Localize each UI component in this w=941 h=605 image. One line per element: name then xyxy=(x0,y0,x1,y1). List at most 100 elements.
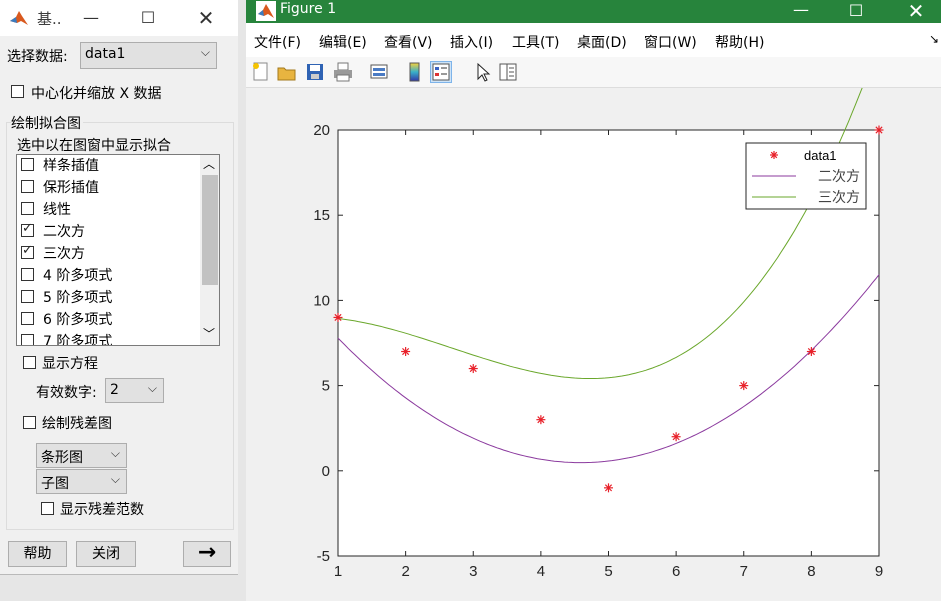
figure-titlebar[interactable]: Figure 1 — ☐ ✕ xyxy=(246,0,941,23)
residual-location-value: 子图 xyxy=(41,476,69,492)
data-point[interactable] xyxy=(468,364,478,374)
center-scale-checkbox[interactable] xyxy=(11,85,24,98)
x-tick-label: 9 xyxy=(875,563,883,580)
sig-digits-label: 有效数字: xyxy=(36,385,97,401)
legend-label: data1 xyxy=(804,148,837,163)
x-tick-label: 6 xyxy=(672,563,680,580)
desktop-gap-bottom xyxy=(0,575,246,601)
plot-residuals-label: 绘制残差图 xyxy=(42,416,112,432)
menu-overflow-icon[interactable]: ↘ xyxy=(929,32,939,46)
menu-file[interactable]: 文件(F) xyxy=(254,32,301,52)
close-button[interactable]: 关闭 xyxy=(76,541,136,567)
save-icon[interactable] xyxy=(304,61,326,83)
y-tick-label: 5 xyxy=(322,378,330,395)
pointer-icon[interactable] xyxy=(471,61,493,83)
desktop-gap xyxy=(238,0,246,601)
fit-item-checkbox[interactable] xyxy=(21,221,34,237)
fit-list-item[interactable]: 4 阶多项式 xyxy=(19,265,201,287)
sig-digits-dropdown[interactable]: 2 ⌵ xyxy=(105,378,164,403)
menu-window[interactable]: 窗口(W) xyxy=(644,32,697,52)
fit-list-item[interactable]: 6 阶多项式 xyxy=(19,309,201,331)
figure-title: Figure 1 xyxy=(280,1,337,17)
fit-item-label: 样条插值 xyxy=(43,158,99,174)
fit-item-checkbox[interactable] xyxy=(21,312,34,325)
close-icon[interactable]: ✕ xyxy=(901,0,931,26)
menu-desktop[interactable]: 桌面(D) xyxy=(577,32,627,52)
data-point[interactable] xyxy=(333,312,343,322)
menu-view[interactable]: 查看(V) xyxy=(384,32,433,52)
chevron-down-icon: ⌵ xyxy=(110,472,120,486)
fit-types-list[interactable]: 样条插值保形插值线性二次方三次方 4 阶多项式 5 阶多项式 6 阶多项式 7 阶多项式… xyxy=(16,154,220,346)
plot-residuals-checkbox[interactable] xyxy=(23,416,36,429)
help-button[interactable]: 帮助 xyxy=(8,541,67,567)
x-tick-label: 2 xyxy=(401,563,409,580)
fit-item-checkbox[interactable] xyxy=(21,290,34,303)
plot-svg[interactable]: 1 2 3 4 5 6 7 8 9 -5 0 5 10 15 20 data1 二次方三次方 xyxy=(246,42,941,601)
scrollbar-thumb[interactable] xyxy=(202,175,218,285)
fit-item-checkbox[interactable] xyxy=(21,334,34,345)
next-arrow-button[interactable]: → xyxy=(183,541,231,567)
maximize-icon[interactable]: ☐ xyxy=(133,3,163,33)
fit-item-label: 5 阶多项式 xyxy=(43,290,113,306)
legend-label: 三次方 xyxy=(818,190,860,206)
fit-list-item[interactable]: 线性 xyxy=(19,199,201,221)
scroll-down-icon[interactable]: ﹀ xyxy=(203,325,215,342)
property-inspector-icon[interactable] xyxy=(497,61,519,83)
legend-label: 二次方 xyxy=(818,169,860,185)
data-point[interactable] xyxy=(401,347,411,357)
fit-list-item[interactable]: 保形插值 xyxy=(19,177,201,199)
y-tick-label: -5 xyxy=(317,548,330,565)
close-icon[interactable]: ✕ xyxy=(191,3,221,33)
select-data-value: data1 xyxy=(85,46,126,62)
y-tick-label: 0 xyxy=(322,463,330,480)
data-point[interactable] xyxy=(806,347,816,357)
arrow-right-icon: → xyxy=(197,540,217,565)
print-icon[interactable] xyxy=(332,61,354,83)
figure-toolbar xyxy=(246,57,941,88)
list-scrollbar[interactable]: ︿ ﹀ xyxy=(200,155,219,345)
fit-item-checkbox[interactable] xyxy=(21,243,34,259)
fit-item-checkbox[interactable] xyxy=(21,180,34,193)
data-point[interactable] xyxy=(874,125,884,135)
fit-list-item[interactable]: 样条插值 xyxy=(19,155,201,177)
residual-type-dropdown[interactable]: 条形图 ⌵ xyxy=(36,443,127,468)
fit-item-checkbox[interactable] xyxy=(21,202,34,215)
fit-list-item[interactable]: 三次方 xyxy=(19,243,201,265)
fit-item-checkbox[interactable] xyxy=(21,158,34,171)
menu-help[interactable]: 帮助(H) xyxy=(715,32,764,52)
plot-fits-group-title: 绘制拟合图 xyxy=(11,113,83,133)
fit-list-item[interactable]: 5 阶多项式 xyxy=(19,287,201,309)
scroll-up-icon[interactable]: ︿ xyxy=(203,155,215,172)
fit-list-item[interactable]: 7 阶多项式 xyxy=(19,331,201,346)
fit-item-label: 7 阶多项式 xyxy=(43,334,113,346)
matlab-logo-icon xyxy=(9,8,29,28)
open-folder-icon[interactable] xyxy=(276,61,298,83)
show-equations-checkbox[interactable] xyxy=(23,356,36,369)
fit-list-item[interactable]: 二次方 xyxy=(19,221,201,243)
chevron-down-icon: ⌵ xyxy=(147,381,157,395)
link-plot-icon[interactable] xyxy=(368,61,390,83)
colorbar-icon[interactable] xyxy=(404,61,426,83)
minimize-icon[interactable]: — xyxy=(786,0,816,25)
x-tick-label: 5 xyxy=(604,563,612,580)
menu-insert[interactable]: 插入(I) xyxy=(450,32,493,52)
legend-icon[interactable] xyxy=(430,61,452,83)
show-residual-norm-checkbox[interactable] xyxy=(41,502,54,515)
minimize-icon[interactable]: — xyxy=(76,3,106,33)
residual-type-value: 条形图 xyxy=(41,450,83,466)
x-tick-label: 1 xyxy=(334,563,342,580)
new-figure-icon[interactable] xyxy=(250,61,272,83)
figure-window: Figure 1 — ☐ ✕ 文件(F) 编辑(E) 查看(V) 插入(I) 工… xyxy=(246,0,941,601)
select-data-dropdown[interactable]: data1 ⌵ xyxy=(80,42,217,69)
fit-item-label: 线性 xyxy=(43,202,71,218)
fit-item-label: 二次方 xyxy=(43,224,85,240)
menu-tools[interactable]: 工具(T) xyxy=(512,32,559,52)
residual-location-dropdown[interactable]: 子图 ⌵ xyxy=(36,469,127,494)
maximize-icon[interactable]: ☐ xyxy=(841,0,871,26)
menu-edit[interactable]: 编辑(E) xyxy=(319,32,367,52)
legend-marker-data1 xyxy=(770,151,778,159)
figure-canvas: 1 2 3 4 5 6 7 8 9 -5 0 5 10 15 20 data1 二次方 三次方 xyxy=(246,42,941,601)
dialog-titlebar[interactable]: 基.. — ☐ ✕ xyxy=(0,0,238,36)
fit-item-label: 4 阶多项式 xyxy=(43,268,113,284)
fit-item-checkbox[interactable] xyxy=(21,268,34,281)
